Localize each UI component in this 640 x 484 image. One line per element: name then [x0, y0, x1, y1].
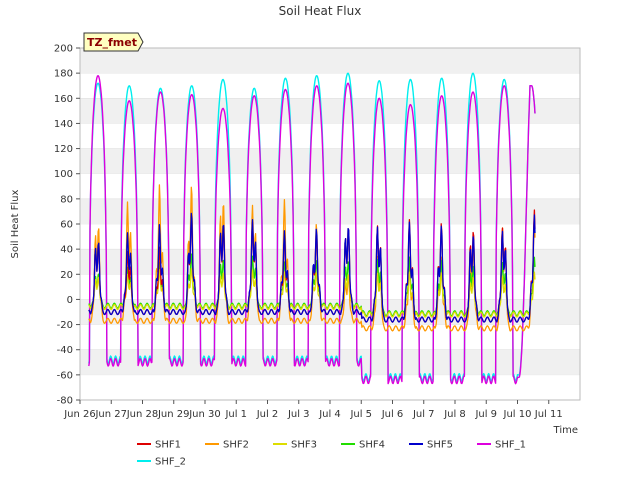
x-tick-label: Jul 10	[503, 409, 532, 420]
site-badge-label: TZ_fmet	[87, 36, 137, 49]
legend-label: SHF5	[427, 440, 453, 451]
x-tick-label: Jul 1	[224, 409, 247, 420]
x-tick-label: Jul 3	[287, 409, 310, 420]
y-tick-label: 0	[67, 295, 73, 306]
y-tick-label: -20	[57, 320, 73, 331]
y-tick-label: 140	[54, 119, 73, 130]
y-tick-label: -60	[57, 370, 73, 381]
y-tick-label: 160	[54, 94, 73, 105]
x-tick-label: Jul 2	[256, 409, 279, 420]
legend-label: SHF2	[223, 440, 249, 451]
y-tick-label: 200	[54, 44, 73, 55]
x-axis-ticks: Jun 26 Jun 27 Jun 28 Jun 29 Jun 30 Jul 1 Jul 2…	[63, 400, 563, 420]
x-tick-label: Jun 30	[188, 409, 221, 420]
legend-label: SHF_2	[155, 457, 186, 468]
x-tick-label: Jun 29	[157, 409, 190, 420]
plot-background-bands	[80, 47, 580, 400]
x-tick-label: Jul 11	[534, 409, 563, 420]
x-tick-label: Jul 9	[474, 409, 497, 420]
y-axis-title: Soil Heat Flux	[10, 189, 21, 258]
grid-band	[80, 198, 580, 224]
y-tick-label: 20	[60, 270, 73, 281]
x-tick-label: Jul 8	[443, 409, 466, 420]
x-axis-title: Time	[553, 425, 578, 436]
y-tick-label: -40	[57, 345, 73, 356]
grid-band	[80, 98, 580, 124]
x-tick-label: Jul 7	[412, 409, 435, 420]
grid-band	[80, 48, 580, 74]
site-badge: TZ_fmet	[83, 32, 144, 52]
y-tick-label: 180	[54, 69, 73, 80]
y-tick-label: 80	[60, 194, 73, 205]
x-tick-label: Jul 6	[381, 409, 404, 420]
y-tick-label: 40	[60, 245, 73, 256]
y-tick-label: -80	[57, 396, 73, 407]
legend: SHF1 SHF2 SHF3 SHF4 SHF5 SHF_1 SHF_2	[137, 440, 526, 468]
y-tick-label: 120	[54, 144, 73, 155]
y-tick-label: 60	[60, 220, 73, 231]
y-tick-label: 100	[54, 169, 73, 180]
legend-label: SHF_1	[495, 440, 526, 451]
x-tick-label: Jul 5	[349, 409, 372, 420]
legend-label: SHF3	[291, 440, 317, 451]
soil-heat-flux-chart: Soil Heat Flux -80 -60 -40 -20 0 20 40 60 80 100 1…	[10, 4, 581, 468]
y-axis-ticks: -80 -60 -40 -20 0 20 40 60 80 100 120 140 160 180 200	[54, 44, 80, 407]
x-tick-label: Jul 4	[318, 409, 341, 420]
x-tick-label: Jun 28	[126, 409, 159, 420]
legend-label: SHF1	[155, 440, 181, 451]
chart-title: Soil Heat Flux	[279, 4, 362, 18]
x-tick-label: Jun 27	[94, 409, 127, 420]
legend-label: SHF4	[359, 440, 385, 451]
x-tick-label: Jun 26	[63, 409, 96, 420]
